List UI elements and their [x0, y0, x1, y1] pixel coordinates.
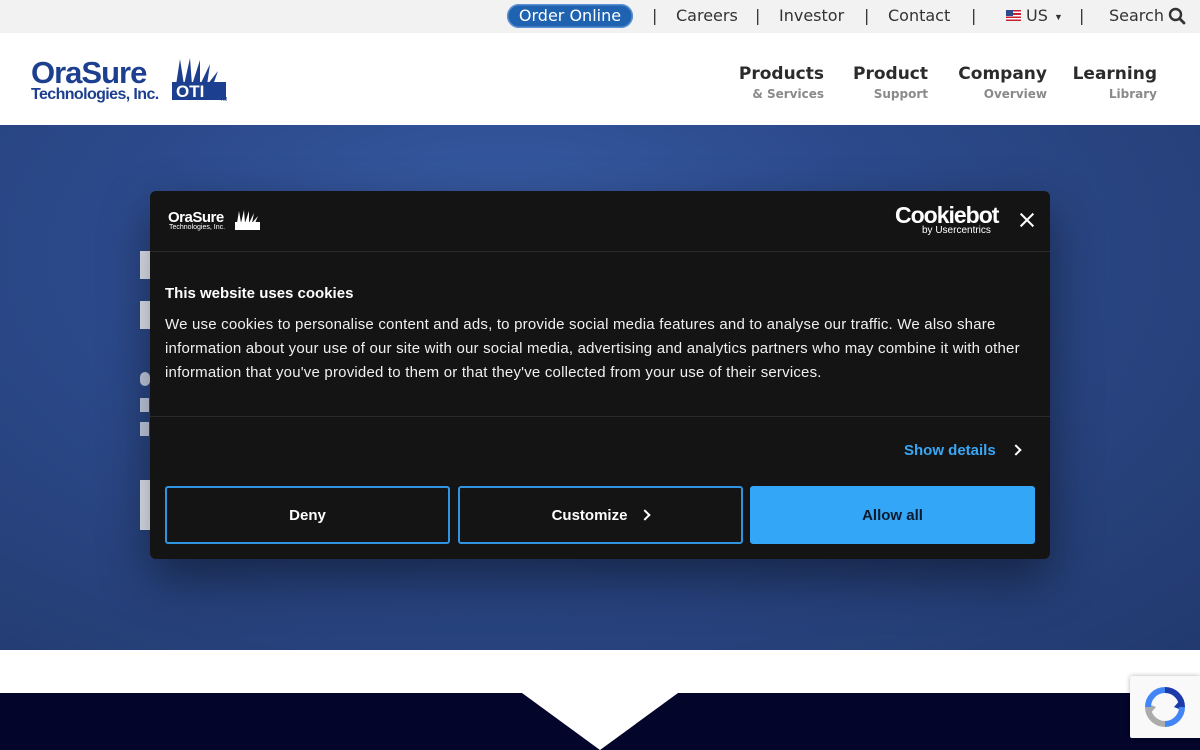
- hero-text-fragment: [140, 398, 149, 412]
- hero-text-fragment: [140, 422, 149, 436]
- chevron-right-icon[interactable]: [1010, 444, 1022, 456]
- order-online-button[interactable]: Order Online: [507, 4, 633, 28]
- investor-link[interactable]: Investor: [779, 6, 844, 25]
- divider: [150, 251, 1050, 252]
- separator: |: [652, 6, 658, 25]
- separator: |: [971, 6, 977, 25]
- dialog-logo-subtitle: Technologies, Inc.: [169, 224, 226, 231]
- us-flag-icon[interactable]: [1006, 10, 1021, 21]
- careers-link[interactable]: Careers: [676, 6, 738, 25]
- show-details-link[interactable]: Show details: [904, 442, 996, 459]
- customize-button[interactable]: Customize: [458, 486, 743, 544]
- deny-label: Deny: [289, 507, 326, 524]
- nav-product-support[interactable]: Product Support: [853, 64, 928, 101]
- separator: |: [1079, 6, 1085, 25]
- logo-subtitle: Technologies, Inc.: [31, 86, 159, 103]
- nav-sublabel: Support: [873, 87, 928, 101]
- allow-all-label: Allow all: [862, 507, 923, 524]
- utility-bar: Order Online | Careers | Investor | Cont…: [0, 0, 1200, 33]
- down-arrow-notch: [522, 693, 678, 750]
- divider: [150, 416, 1050, 417]
- allow-all-button[interactable]: Allow all: [750, 486, 1035, 544]
- svg-text:TM: TM: [220, 97, 227, 103]
- recaptcha-badge[interactable]: [1130, 676, 1200, 738]
- search-link[interactable]: Search: [1109, 6, 1164, 25]
- deny-button[interactable]: Deny: [165, 486, 450, 544]
- dialog-body-text: We use cookies to personalise content an…: [165, 316, 1020, 381]
- nav-label: Product: [853, 64, 928, 84]
- site-header: OraSure Technologies, Inc. OTI TM Produc…: [0, 33, 1200, 125]
- region-selector[interactable]: US: [1026, 6, 1048, 25]
- cookie-consent-dialog: OraSure Technologies, Inc. Cookiebot by …: [150, 191, 1050, 559]
- nav-products-services[interactable]: Products & Services: [739, 64, 824, 101]
- nav-sublabel: & Services: [752, 87, 824, 101]
- recaptcha-icon: [1145, 687, 1185, 727]
- chevron-right-icon: [639, 509, 652, 521]
- separator: |: [864, 6, 870, 25]
- caret-down-icon[interactable]: ▼: [1054, 12, 1063, 22]
- hero-text-fragment: [140, 372, 150, 386]
- nav-sublabel: Library: [1108, 87, 1157, 101]
- search-icon[interactable]: [1168, 7, 1186, 25]
- nav-company-overview[interactable]: Company Overview: [958, 64, 1047, 101]
- nav-label: Learning: [1072, 64, 1157, 84]
- nav-sublabel: Overview: [983, 87, 1047, 101]
- close-icon[interactable]: [1017, 210, 1037, 230]
- dialog-logo-mark-icon: [235, 210, 260, 230]
- logo-mark-icon: OTI TM: [172, 58, 227, 103]
- contact-link[interactable]: Contact: [888, 6, 950, 25]
- dialog-title: This website uses cookies: [165, 285, 354, 302]
- separator: |: [755, 6, 761, 25]
- nav-label: Products: [738, 64, 824, 84]
- svg-text:OTI: OTI: [176, 82, 204, 101]
- nav-learning-library[interactable]: Learning Library: [1073, 64, 1157, 101]
- customize-label: Customize: [551, 507, 628, 524]
- nav-label: Company: [958, 64, 1047, 84]
- cookiebot-byline: by Usercentrics: [922, 225, 991, 236]
